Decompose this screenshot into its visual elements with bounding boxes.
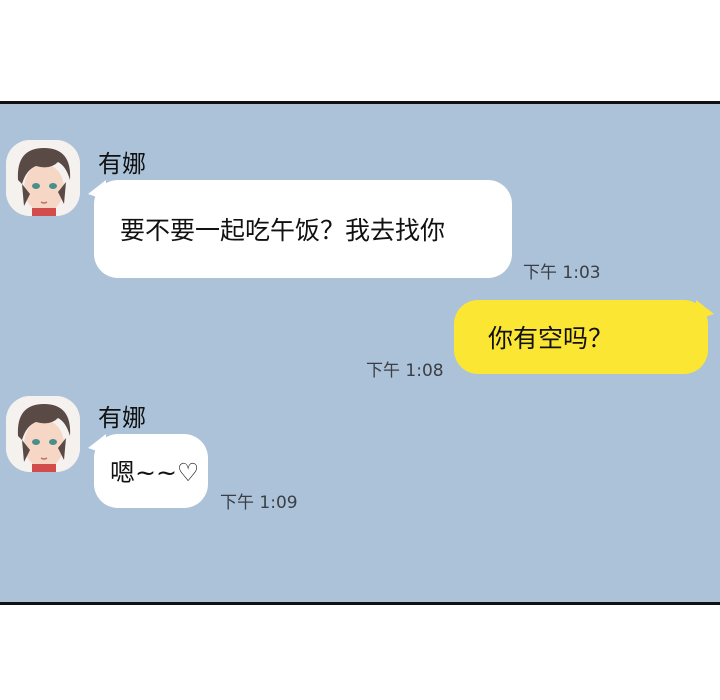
message-text: 你有空吗？ [488, 324, 614, 353]
sender-name: 有娜 [98, 404, 146, 432]
message-timestamp: 下午 1:09 [220, 493, 298, 513]
avatar[interactable] [6, 140, 80, 216]
message-bubble[interactable]: 嗯~~♡ [94, 434, 208, 508]
sender-name: 有娜 [98, 150, 146, 178]
message-timestamp: 下午 1:03 [523, 263, 601, 283]
message-text: 嗯~~♡ [110, 458, 200, 487]
message-bubble[interactable]: 要不要一起吃午饭？我去找你 [94, 180, 512, 278]
avatar[interactable] [6, 396, 80, 472]
message-text: 要不要一起吃午饭？我去找你 [120, 216, 446, 245]
chat-panel: 有娜 要不要一起吃午饭？我去找你 下午 1:03 你有空吗？ 下午 1:08 有… [0, 101, 720, 605]
user-avatar-icon [6, 396, 80, 472]
message-bubble[interactable]: 你有空吗？ [454, 300, 708, 374]
user-avatar-icon [6, 140, 80, 216]
message-timestamp: 下午 1:08 [366, 361, 444, 381]
